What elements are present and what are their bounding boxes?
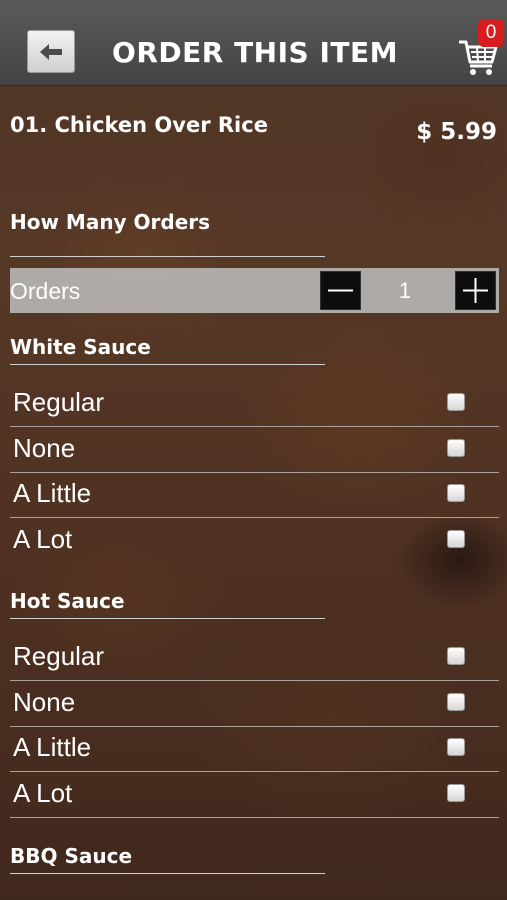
option-checkbox[interactable] [447,439,465,457]
cart-count-badge: 0 [478,19,504,47]
option-checkbox[interactable] [447,393,465,411]
white-sauce-section-title: White Sauce [10,335,151,359]
option-checkbox[interactable] [447,530,465,548]
hot-sauce-option-a-little[interactable]: A Little [10,726,499,772]
white-sauce-option-none[interactable]: None [10,427,499,473]
page-title: ORDER THIS ITEM [112,36,398,69]
option-label: A Little [13,732,92,762]
item-name: 01. Chicken Over Rice [10,113,268,137]
hot-sauce-option-a-lot[interactable]: A Lot [10,772,499,818]
left-arrow-icon [40,43,62,60]
minus-icon [328,289,353,292]
quantity-row: Orders 1 [10,268,499,313]
white-sauce-option-regular[interactable]: Regular [10,381,499,427]
option-label: A Lot [13,778,73,808]
quantity-value: 1 [398,278,412,303]
option-checkbox[interactable] [447,484,465,502]
back-button[interactable] [27,30,75,73]
option-label: Regular [13,641,105,671]
option-label: A Lot [13,524,73,554]
bbq-sauce-section-title: BBQ Sauce [10,844,133,868]
quantity-section-title: How Many Orders [10,210,211,234]
section-divider [10,364,325,365]
item-price: $ 5.99 [416,119,497,145]
decrease-quantity-button[interactable] [320,271,361,310]
plus-icon [463,278,488,303]
hot-sauce-section-title: Hot Sauce [10,589,125,613]
option-label: Regular [13,387,105,417]
hot-sauce-option-regular[interactable]: Regular [10,635,499,681]
section-divider [10,256,325,257]
option-checkbox[interactable] [447,738,465,756]
section-divider [10,618,325,619]
option-checkbox[interactable] [447,693,465,711]
option-label: None [13,687,76,717]
section-divider [10,873,325,874]
top-bar: ORDER THIS ITEM 0 [0,0,507,86]
option-label: A Little [13,478,92,508]
white-sauce-option-a-lot[interactable]: A Lot [10,518,499,563]
white-sauce-option-a-little[interactable]: A Little [10,472,499,518]
hot-sauce-option-none[interactable]: None [10,681,499,727]
increase-quantity-button[interactable] [455,271,496,310]
option-label: None [13,433,76,463]
option-checkbox[interactable] [447,647,465,665]
option-checkbox[interactable] [447,784,465,802]
quantity-label: Orders [10,278,81,304]
order-form: 01. Chicken Over Rice $ 5.99 How Many Or… [0,85,507,900]
